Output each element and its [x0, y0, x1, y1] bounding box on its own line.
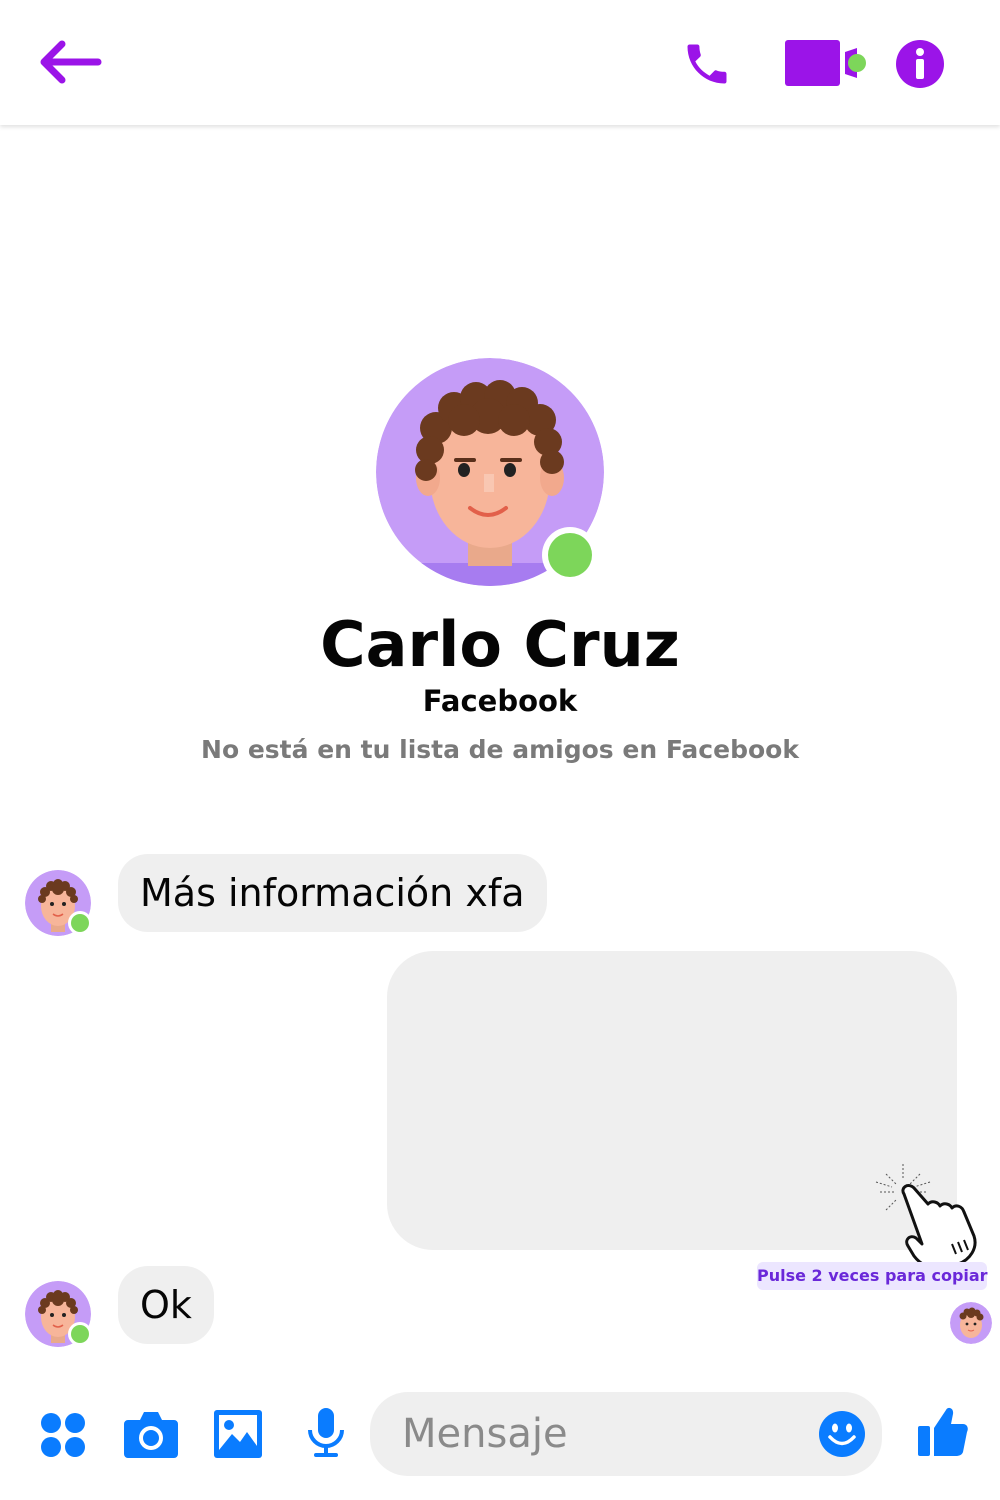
message-bubble-incoming[interactable]: Más información xfa: [118, 854, 547, 932]
info-icon[interactable]: [896, 40, 944, 88]
seen-receipt-avatar: [950, 1302, 992, 1344]
image-icon[interactable]: [214, 1410, 262, 1458]
message-bubble-incoming[interactable]: Ok: [118, 1266, 214, 1344]
apps-icon[interactable]: [40, 1412, 86, 1458]
message-input-placeholder: Mensaje: [402, 1411, 568, 1457]
thumbs-up-icon[interactable]: [918, 1406, 968, 1458]
double-tap-hand-icon: [875, 1164, 977, 1270]
microphone-icon[interactable]: [306, 1408, 346, 1458]
chat-header: [0, 0, 1000, 125]
profile-source: Facebook: [422, 684, 578, 718]
camera-icon[interactable]: [124, 1410, 178, 1458]
video-camera-icon[interactable]: [785, 38, 867, 88]
friendship-note: No está en tu lista de amigos en Faceboo…: [201, 735, 799, 764]
message-input[interactable]: Mensaje: [370, 1392, 882, 1476]
profile-name: Carlo Cruz: [320, 608, 680, 681]
online-status-indicator: [542, 527, 598, 583]
emoji-icon[interactable]: [818, 1410, 866, 1458]
copy-hint: Pulse 2 veces para copiar: [757, 1262, 988, 1290]
online-status-indicator: [68, 911, 92, 935]
phone-icon[interactable]: [680, 38, 734, 90]
arrow-left-icon[interactable]: [38, 40, 102, 84]
online-status-indicator: [68, 1322, 92, 1346]
